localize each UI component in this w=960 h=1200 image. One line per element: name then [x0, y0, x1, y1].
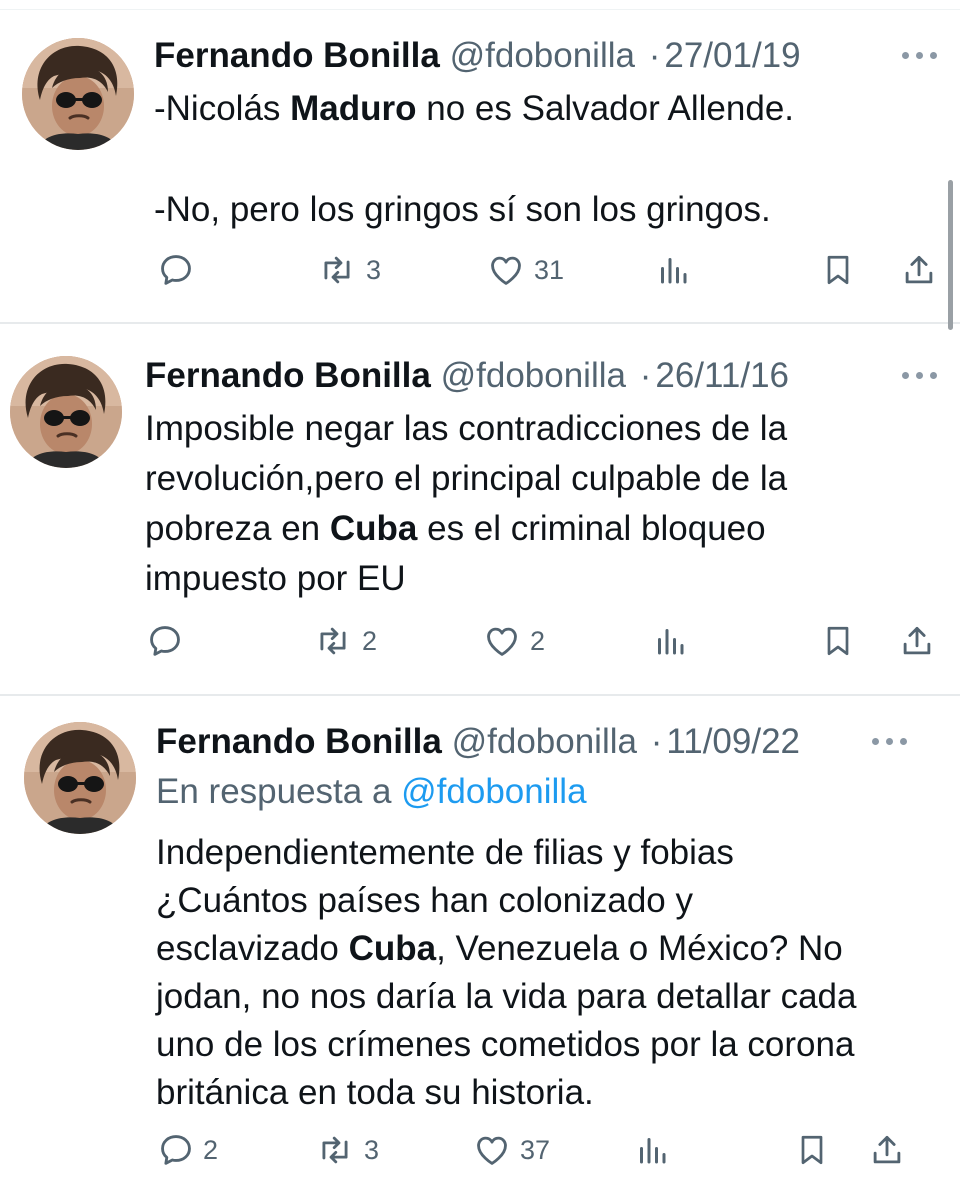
bold-term: Cuba	[329, 509, 418, 548]
retweet-count: 2	[362, 625, 378, 656]
avatar[interactable]	[22, 38, 134, 150]
like-button[interactable]: 31	[486, 250, 564, 290]
tweet-header: Fernando Bonilla @fdobonilla · 26/11/16	[145, 354, 789, 398]
tweet-line: ¿Cuántos países han colonizado y	[156, 881, 693, 920]
like-icon	[472, 1131, 512, 1169]
like-icon	[486, 251, 526, 289]
separator-dot: ·	[648, 36, 661, 75]
tweet-line: -Nicolás Maduro no es Salvador Allende.	[154, 89, 795, 128]
bookmark-icon	[794, 1131, 830, 1169]
share-icon	[868, 1131, 906, 1169]
tweet-card-2[interactable]: Fernando Bonilla @fdobonilla · 26/11/16 I…	[0, 324, 960, 694]
reply-button[interactable]: 2	[157, 1130, 218, 1170]
retweet-icon	[316, 251, 358, 289]
views-button[interactable]	[655, 250, 691, 290]
like-count: 2	[530, 625, 546, 656]
tweet-text: Independientemente de filias y fobias ¿C…	[156, 829, 946, 1117]
author-handle[interactable]: @fdobonilla	[450, 36, 635, 75]
tweet-header: Fernando Bonilla @fdobonilla · 27/01/19	[154, 34, 801, 78]
reply-mention-link[interactable]: @fdobonilla	[401, 772, 586, 811]
author-name[interactable]: Fernando Bonilla	[156, 722, 442, 761]
like-button[interactable]: 2	[482, 621, 545, 661]
tweet-line: pobreza en Cuba es el criminal bloqueo	[145, 509, 766, 548]
tweet-line: impuesto por EU	[145, 559, 406, 598]
bold-term: Cuba	[348, 929, 437, 968]
reply-button[interactable]	[146, 621, 184, 661]
like-button[interactable]: 37	[472, 1130, 550, 1170]
share-icon	[898, 622, 936, 660]
more-options-icon[interactable]	[870, 734, 910, 748]
bookmark-button[interactable]	[820, 621, 856, 661]
bookmark-button[interactable]	[794, 1130, 830, 1170]
share-button[interactable]	[900, 250, 938, 290]
retweet-icon	[314, 1131, 356, 1169]
views-icon	[652, 622, 688, 660]
author-handle[interactable]: @fdobonilla	[452, 722, 637, 761]
views-button[interactable]	[634, 1130, 670, 1170]
retweet-button[interactable]: 2	[312, 621, 377, 661]
profile-photo	[24, 722, 136, 834]
tweet-date[interactable]: 11/09/22	[666, 722, 800, 761]
share-icon	[900, 251, 938, 289]
tweet-date[interactable]: 27/01/19	[664, 36, 800, 75]
retweet-count: 3	[366, 254, 382, 285]
tweet-line: jodan, no nos daría la vida para detalla…	[156, 977, 857, 1016]
like-count: 31	[534, 254, 565, 285]
separator-dot: ·	[639, 356, 652, 395]
reply-icon	[157, 251, 195, 289]
views-icon	[634, 1131, 670, 1169]
like-count: 37	[520, 1134, 551, 1165]
avatar[interactable]	[24, 722, 136, 834]
retweet-icon	[312, 622, 354, 660]
bookmark-icon	[820, 622, 856, 660]
avatar[interactable]	[10, 356, 122, 468]
bookmark-icon	[820, 251, 856, 289]
share-button[interactable]	[898, 621, 936, 661]
tweet-line: esclavizado Cuba, Venezuela o México? No	[156, 929, 843, 968]
retweet-button[interactable]: 3	[314, 1130, 379, 1170]
tweet-card-3[interactable]: Fernando Bonilla @fdobonilla · 11/09/22 E…	[0, 696, 960, 1200]
tweet-line: británica en toda su historia.	[156, 1073, 594, 1112]
reply-count: 2	[203, 1134, 219, 1165]
more-options-icon[interactable]	[900, 368, 940, 382]
bold-term: Maduro	[290, 89, 417, 128]
reply-context: En respuesta a @fdobonilla	[156, 770, 587, 814]
profile-photo	[22, 38, 134, 150]
tweet-date[interactable]: 26/11/16	[655, 356, 789, 395]
reply-icon	[146, 622, 184, 660]
tweet-line: Imposible negar las contradicciones de l…	[145, 409, 788, 448]
like-icon	[482, 622, 522, 660]
views-button[interactable]	[652, 621, 688, 661]
separator-dot: ·	[650, 722, 663, 761]
reply-prefix: En respuesta a	[156, 772, 402, 811]
share-button[interactable]	[868, 1130, 906, 1170]
reply-icon	[157, 1131, 195, 1169]
tweet-line: Independientemente de filias y fobias	[156, 833, 734, 872]
bookmark-button[interactable]	[820, 250, 856, 290]
scrollbar[interactable]	[948, 180, 953, 330]
more-options-icon[interactable]	[900, 48, 940, 62]
tweet-line: -No, pero los gringos sí son los gringos…	[154, 190, 771, 229]
tweet-header: Fernando Bonilla @fdobonilla · 11/09/22	[156, 720, 800, 764]
tweet-text: Imposible negar las contradicciones de l…	[145, 404, 935, 604]
retweet-button[interactable]: 3	[316, 250, 381, 290]
tweet-text: -Nicolás Maduro no es Salvador Allende. …	[154, 84, 944, 235]
tweet-card-1[interactable]: Fernando Bonilla @fdobonilla · 27/01/19 -…	[0, 0, 960, 322]
author-name[interactable]: Fernando Bonilla	[145, 356, 431, 395]
reply-button[interactable]	[157, 250, 195, 290]
author-handle[interactable]: @fdobonilla	[441, 356, 626, 395]
retweet-count: 3	[364, 1134, 380, 1165]
views-icon	[655, 251, 691, 289]
tweet-line: revolución,pero el principal culpable de…	[145, 459, 788, 498]
tweet-line: uno de los crímenes cometidos por la cor…	[156, 1025, 855, 1064]
author-name[interactable]: Fernando Bonilla	[154, 36, 440, 75]
profile-photo	[10, 356, 122, 468]
